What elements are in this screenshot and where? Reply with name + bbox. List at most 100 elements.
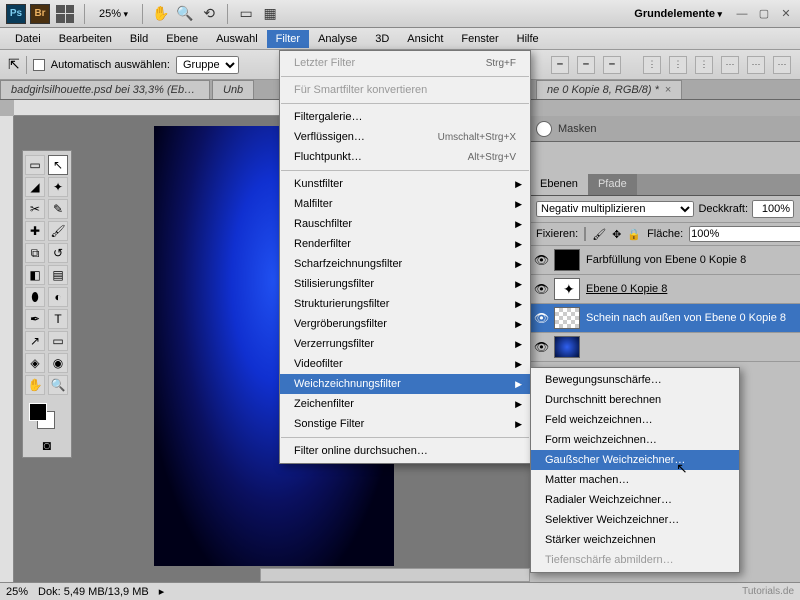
zoom-dropdown[interactable]: 25% [91, 6, 136, 22]
submenu-item[interactable]: Form weichzeichnen… [531, 430, 739, 450]
close-button[interactable]: ✕ [778, 7, 794, 20]
menu-item-videofilter[interactable]: Videofilter▶ [280, 354, 530, 374]
submenu-item[interactable]: Radialer Weichzeichner… [531, 490, 739, 510]
document-tab[interactable]: ne 0 Kopie 8, RGB/8) *× [536, 80, 682, 99]
eraser-tool[interactable]: ◧ [25, 265, 45, 285]
color-swatches[interactable] [25, 401, 69, 431]
history-brush-tool[interactable]: ↺ [48, 243, 68, 263]
zoom-tool[interactable]: 🔍 [48, 375, 68, 395]
lock-all-icon[interactable]: 🔒 [627, 228, 641, 241]
menu-item-stilisierungsfilter[interactable]: Stilisierungsfilter▶ [280, 274, 530, 294]
rotate-icon[interactable]: ⟲ [200, 5, 218, 23]
menu-item-renderfilter[interactable]: Renderfilter▶ [280, 234, 530, 254]
menu-datei[interactable]: Datei [6, 30, 50, 48]
menu-item-filter-online[interactable]: Filter online durchsuchen… [280, 441, 530, 461]
distribute-btn[interactable]: ⋮ [695, 56, 713, 74]
distribute-btn[interactable]: ⋮ [669, 56, 687, 74]
bridge-icon[interactable]: Br [30, 4, 50, 24]
menu-item-vergroeberungsfilter[interactable]: Vergröberungsfilter▶ [280, 314, 530, 334]
path-tool[interactable]: ↗ [25, 331, 45, 351]
tab-ebenen[interactable]: Ebenen [530, 174, 588, 195]
lock-brush-icon[interactable]: 🖌 [592, 228, 606, 241]
auto-select-checkbox[interactable] [33, 59, 45, 71]
menu-hilfe[interactable]: Hilfe [508, 30, 548, 48]
gradient-tool[interactable]: ▤ [48, 265, 68, 285]
menu-ansicht[interactable]: Ansicht [398, 30, 452, 48]
status-zoom[interactable]: 25% [6, 586, 28, 598]
menu-item-verzerrungsfilter[interactable]: Verzerrungsfilter▶ [280, 334, 530, 354]
brush-tool[interactable]: 🖌 [48, 221, 68, 241]
submenu-item[interactable]: Bewegungsunschärfe… [531, 370, 739, 390]
menu-item-smart-filter[interactable]: Für Smartfilter konvertieren [280, 80, 530, 100]
document-tab[interactable]: Unb [212, 80, 254, 99]
distribute-btn[interactable]: ⋯ [721, 56, 739, 74]
menu-item-scharfzeichnungsfilter[interactable]: Scharfzeichnungsfilter▶ [280, 254, 530, 274]
menu-analyse[interactable]: Analyse [309, 30, 366, 48]
menu-bild[interactable]: Bild [121, 30, 157, 48]
photoshop-icon[interactable]: Ps [6, 4, 26, 24]
blend-mode-dropdown[interactable]: Negativ multiplizieren [536, 201, 694, 217]
lock-move-icon[interactable]: ✥ [612, 228, 621, 241]
shape-tool[interactable]: ▭ [48, 331, 68, 351]
type-tool[interactable]: T [48, 309, 68, 329]
hand-icon[interactable]: ✋ [152, 5, 170, 23]
menu-item-last-filter[interactable]: Letzter FilterStrg+F [280, 53, 530, 73]
close-tab-icon[interactable]: × [665, 84, 671, 96]
menu-item-liquify[interactable]: Verflüssigen…Umschalt+Strg+X [280, 127, 530, 147]
submenu-item-gaussian-blur[interactable]: Gaußscher Weichzeichner… [531, 450, 739, 470]
tab-pfade[interactable]: Pfade [588, 174, 637, 195]
layer-row[interactable]: 👁 Schein nach außen von Ebene 0 Kopie 8 [530, 304, 800, 333]
wand-tool[interactable]: ✦ [48, 177, 68, 197]
auto-select-dropdown[interactable]: Gruppe [176, 56, 239, 74]
menu-item-malfilter[interactable]: Malfilter▶ [280, 194, 530, 214]
horizontal-scrollbar[interactable] [260, 568, 530, 582]
distribute-btn[interactable]: ⋯ [747, 56, 765, 74]
menu-auswahl[interactable]: Auswahl [207, 30, 267, 48]
submenu-item[interactable]: Tiefenschärfe abmildern… [531, 550, 739, 570]
menu-item-weichzeichnungsfilter[interactable]: Weichzeichnungsfilter▶ [280, 374, 530, 394]
marquee-tool[interactable]: ▭ [25, 155, 45, 175]
visibility-icon[interactable]: 👁 [534, 311, 548, 325]
3d-tool[interactable]: ◈ [25, 353, 45, 373]
pen-tool[interactable]: ✒ [25, 309, 45, 329]
layer-row[interactable]: 👁 Farbfüllung von Ebene 0 Kopie 8 [530, 246, 800, 275]
layer-row[interactable]: 👁 ✦ Ebene 0 Kopie 8 [530, 275, 800, 304]
distribute-btn[interactable]: ⋯ [773, 56, 791, 74]
submenu-item[interactable]: Selektiver Weichzeichner… [531, 510, 739, 530]
hand-tool[interactable]: ✋ [25, 375, 45, 395]
crop-tool[interactable]: ✂ [25, 199, 45, 219]
dodge-tool[interactable]: ◐ [48, 287, 68, 307]
submenu-item[interactable]: Feld weichzeichnen… [531, 410, 739, 430]
minimize-button[interactable]: — [734, 8, 750, 20]
submenu-item[interactable]: Stärker weichzeichnen [531, 530, 739, 550]
eyedropper-tool[interactable]: ✎ [48, 199, 68, 219]
zoom-icon[interactable]: 🔍 [176, 5, 194, 23]
heal-tool[interactable]: ✚ [25, 221, 45, 241]
screen-icon[interactable]: ▦ [261, 5, 279, 23]
move-tool[interactable]: ↖ [48, 155, 68, 175]
menu-item-sonstige-filter[interactable]: Sonstige Filter▶ [280, 414, 530, 434]
opacity-input[interactable] [752, 200, 794, 218]
align-btn[interactable]: ━ [603, 56, 621, 74]
screen-mode-icon[interactable] [56, 5, 74, 23]
stamp-tool[interactable]: ⧉ [25, 243, 45, 263]
3d-camera-tool[interactable]: ◉ [48, 353, 68, 373]
document-tab[interactable]: badgirlsilhouette.psd bei 33,3% (Ebe…× [0, 80, 210, 99]
menu-ebene[interactable]: Ebene [157, 30, 207, 48]
menu-filter[interactable]: Filter [267, 30, 309, 48]
submenu-item[interactable]: Durchschnitt berechnen [531, 390, 739, 410]
workspace-dropdown[interactable]: Grundelemente [628, 6, 728, 22]
menu-item-kunstfilter[interactable]: Kunstfilter▶ [280, 174, 530, 194]
menu-item-rauschfilter[interactable]: Rauschfilter▶ [280, 214, 530, 234]
menu-bearbeiten[interactable]: Bearbeiten [50, 30, 121, 48]
layer-row[interactable]: 👁 [530, 333, 800, 362]
lasso-tool[interactable]: ◢ [25, 177, 45, 197]
distribute-btn[interactable]: ⋮ [643, 56, 661, 74]
close-tab-icon[interactable]: × [207, 84, 210, 96]
lock-transparency-icon[interactable] [584, 227, 586, 241]
blur-tool[interactable]: ⬮ [25, 287, 45, 307]
menu-item-strukturierungsfilter[interactable]: Strukturierungsfilter▶ [280, 294, 530, 314]
fill-input[interactable] [689, 226, 800, 242]
masks-panel-header[interactable]: Masken [530, 116, 800, 142]
visibility-icon[interactable]: 👁 [534, 253, 548, 267]
